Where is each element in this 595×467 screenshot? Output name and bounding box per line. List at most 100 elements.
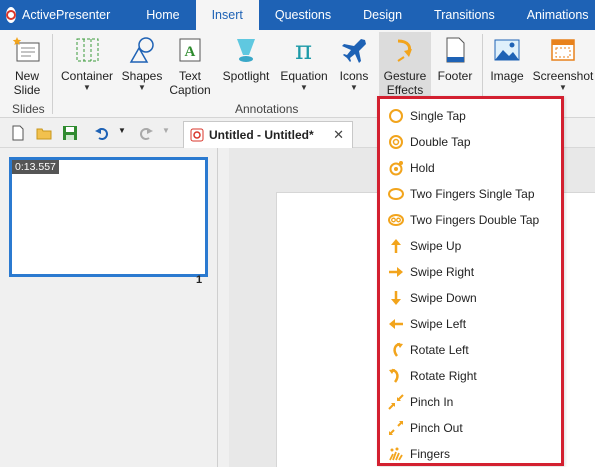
slide-timestamp: 0:13.557 [12,160,59,174]
menu-item-two-fingers-single-tap[interactable]: Two Fingers Single Tap [380,181,561,207]
redo-icon[interactable] [138,125,154,141]
tab-questions[interactable]: Questions [259,0,347,30]
slides-pane: 0:13.557 1 [0,148,218,467]
screenshot-caret-icon: ▼ [559,83,567,92]
new-slide-label-1: New [14,69,39,83]
two-fingers-double-tap-icon [388,212,404,228]
screenshot-label: Screenshot [532,69,594,83]
icons-label: Icons [339,69,369,83]
undo-dropdown-caret-icon[interactable]: ▼ [118,126,126,135]
text-caption-icon: A [174,34,206,66]
document-tab-title: Untitled - Untitled* [209,128,314,142]
menu-item-swipe-left[interactable]: Swipe Left [380,311,561,337]
container-caret-icon: ▼ [83,83,91,92]
open-folder-icon[interactable] [36,125,52,141]
menu-item-label: Rotate Right [410,369,477,383]
redo-dropdown-caret-icon[interactable]: ▼ [162,126,170,135]
container-icon [71,34,103,66]
menu-item-label: Pinch In [410,395,454,409]
document-icon [190,128,204,142]
new-slide-button[interactable]: New Slide [6,34,48,97]
menu-item-fingers[interactable]: Fingers [380,441,561,467]
container-button[interactable]: Container ▼ [58,34,116,93]
menu-item-label: Hold [410,161,435,175]
menu-item-label: Single Tap [410,109,466,123]
single-tap-icon [388,108,404,124]
app-logo-icon [6,7,16,23]
menu-item-rotate-right[interactable]: Rotate Right [380,363,561,389]
svg-text:A: A [185,44,196,60]
gesture-effects-label-1: Gesture [383,69,427,83]
shapes-caret-icon: ▼ [138,83,146,92]
menu-item-label: Double Tap [410,135,471,149]
equation-caret-icon: ▼ [300,83,308,92]
menu-item-label: Two Fingers Single Tap [410,187,535,201]
swipe-right-icon [388,264,404,280]
double-tap-icon [388,134,404,150]
icons-caret-icon: ▼ [350,83,358,92]
menu-item-rotate-left[interactable]: Rotate Left [380,337,561,363]
tab-home[interactable]: Home [130,0,195,30]
menu-item-pinch-out[interactable]: Pinch Out [380,415,561,441]
menu-item-swipe-right[interactable]: Swipe Right [380,259,561,285]
slide-thumbnail[interactable]: 0:13.557 [9,157,208,277]
tab-animations[interactable]: Animations [511,0,595,30]
footer-button[interactable]: Footer [434,34,476,83]
menu-item-hold[interactable]: Hold [380,155,561,181]
tab-insert[interactable]: Insert [195,0,259,30]
swipe-left-icon [388,316,404,332]
menu-item-two-fingers-double-tap[interactable]: Two Fingers Double Tap [380,207,561,233]
fingers-icon [388,446,404,462]
ribbon-divider [52,34,53,114]
save-icon[interactable] [62,125,78,141]
close-tab-icon[interactable]: ✕ [333,127,344,143]
text-caption-label-2: Caption [169,83,211,97]
airplane-icon [338,34,370,66]
annotations-group-label: Annotations [235,102,299,116]
gesture-effects-button[interactable]: Gesture Effects [379,32,431,100]
pinch-in-icon [388,394,404,410]
equation-button[interactable]: π Equation ▼ [279,34,329,93]
menu-item-label: Pinch Out [410,421,463,435]
title-bar: ActivePresenter Home Insert Questions De… [0,0,595,30]
shapes-button[interactable]: Shapes ▼ [120,34,164,93]
hold-icon [388,160,404,176]
image-button[interactable]: Image [487,34,527,83]
app-name: ActivePresenter [22,8,111,22]
menu-item-label: Swipe Right [410,265,475,279]
footer-icon [439,34,471,66]
menu-item-swipe-down[interactable]: Swipe Down [380,285,561,311]
tab-transitions[interactable]: Transitions [418,0,511,30]
pi-icon: π [288,34,320,66]
equation-label: Equation [280,69,328,83]
shapes-icon [126,34,158,66]
spotlight-label: Spotlight [222,69,270,83]
icons-button[interactable]: Icons ▼ [334,34,374,93]
footer-label: Footer [437,69,473,83]
new-document-icon[interactable] [10,125,26,141]
document-tab[interactable]: Untitled - Untitled* ✕ [183,121,353,148]
gesture-effects-menu: Single Tap Double Tap Hold Two Fingers S… [377,96,564,466]
menu-item-label: Swipe Down [410,291,477,305]
spotlight-button[interactable]: Spotlight [218,34,274,83]
menu-item-double-tap[interactable]: Double Tap [380,129,561,155]
text-caption-button[interactable]: A Text Caption [167,34,213,97]
menu-item-swipe-up[interactable]: Swipe Up [380,233,561,259]
screenshot-button[interactable]: Screenshot ▼ [531,34,595,93]
menu-item-label: Two Fingers Double Tap [410,213,540,227]
menu-item-single-tap[interactable]: Single Tap [380,103,561,129]
menu-item-label: Swipe Up [410,239,462,253]
swipe-down-icon [388,290,404,306]
gesture-effects-icon [389,34,421,66]
pinch-out-icon [388,420,404,436]
new-slide-label-2: Slide [13,83,41,97]
menu-item-label: Rotate Left [410,343,469,357]
svg-text:π: π [295,36,312,65]
tab-design[interactable]: Design [347,0,418,30]
slide-number: 1 [196,274,203,286]
two-fingers-single-tap-icon [388,186,404,202]
undo-icon[interactable] [94,125,110,141]
new-slide-icon [11,34,43,66]
screenshot-icon [547,34,579,66]
menu-item-pinch-in[interactable]: Pinch In [380,389,561,415]
